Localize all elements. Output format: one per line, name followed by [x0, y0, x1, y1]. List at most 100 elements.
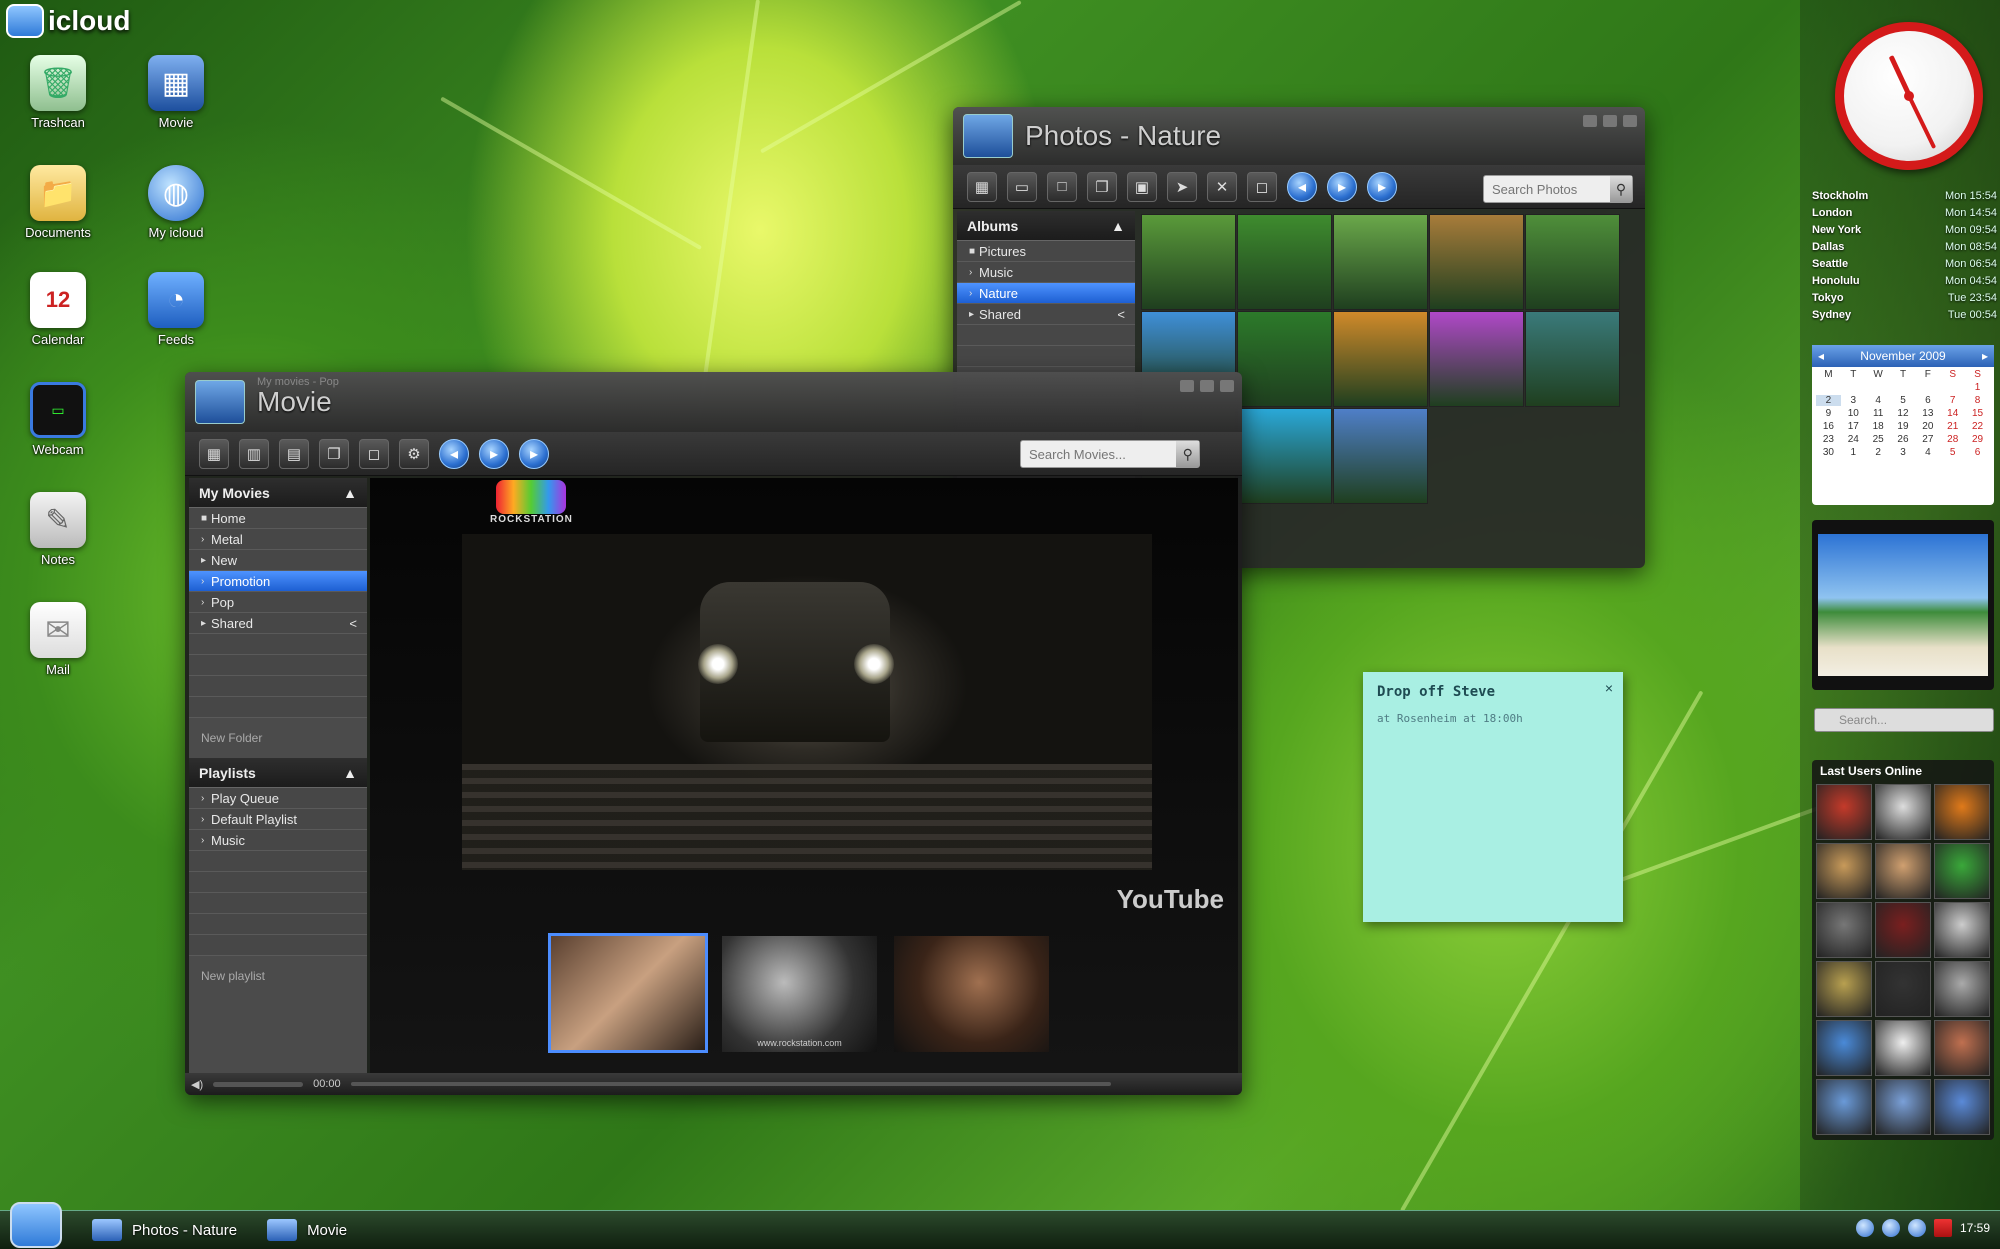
play-icon[interactable]: ▸ [1327, 171, 1357, 202]
prev-icon[interactable]: ◂ [1287, 171, 1317, 202]
crop-icon[interactable]: ◻ [359, 438, 389, 469]
user-avatar[interactable] [1816, 843, 1872, 899]
calendar-day[interactable]: 21 [1940, 421, 1965, 432]
calendar-day[interactable]: 18 [1866, 421, 1891, 432]
minimize-button[interactable] [1180, 380, 1194, 392]
user-avatar[interactable] [1875, 843, 1931, 899]
user-avatar[interactable] [1934, 784, 1990, 840]
calendar-day[interactable]: 16 [1816, 421, 1841, 432]
photo-thumbnail[interactable] [1525, 311, 1620, 407]
list-view-icon[interactable]: ▥ [239, 438, 269, 469]
copy-icon[interactable]: ❐ [319, 438, 349, 469]
play-icon[interactable]: ▸ [479, 438, 509, 469]
user-avatar[interactable] [1875, 961, 1931, 1017]
photo-thumbnail[interactable] [1141, 214, 1236, 310]
search-icon[interactable]: ⚲ [1176, 441, 1199, 467]
search-input[interactable] [1484, 181, 1611, 197]
calendar-day[interactable]: 22 [1965, 421, 1990, 432]
gadget-search[interactable]: Search... [1814, 708, 1994, 732]
calendar-day[interactable]: 8 [1965, 395, 1990, 406]
calendar-day[interactable]: 4 [1866, 395, 1891, 406]
collapse-icon[interactable]: ▲ [343, 765, 357, 781]
user-avatar[interactable] [1816, 1020, 1872, 1076]
desktop-icon-trashcan[interactable]: 🗑 Trashcan [8, 55, 108, 130]
photo-slideshow-gadget[interactable] [1812, 520, 1994, 690]
calendar-day[interactable]: 13 [1915, 408, 1940, 419]
movie-folder-pop[interactable]: › Pop [189, 592, 367, 613]
send-icon[interactable]: ➤ [1167, 171, 1197, 202]
user-avatar[interactable] [1875, 1020, 1931, 1076]
prev-icon[interactable]: ◂ [439, 438, 469, 469]
user-avatar[interactable] [1934, 961, 1990, 1017]
icloud-logo[interactable]: icloud [6, 4, 130, 38]
calendar-day[interactable]: 9 [1816, 408, 1841, 419]
calendar-day[interactable]: 17 [1841, 421, 1866, 432]
calendar-day[interactable]: 29 [1965, 434, 1990, 445]
image-icon[interactable]: ▣ [1127, 171, 1157, 202]
network-icon[interactable] [1855, 1219, 1874, 1237]
prev-month-icon[interactable]: ◂ [1818, 349, 1824, 363]
calendar-day[interactable]: 10 [1841, 408, 1866, 419]
movie-folder-home[interactable]: ■ Home [189, 508, 367, 529]
playlist-item[interactable]: › Music [189, 830, 367, 851]
close-button[interactable] [1220, 380, 1234, 392]
user-avatar[interactable] [1934, 1020, 1990, 1076]
user-avatar[interactable] [1816, 961, 1872, 1017]
desktop-icon-feeds[interactable]: ◔ Feeds [126, 272, 226, 347]
user-avatar[interactable] [1875, 784, 1931, 840]
calendar-day[interactable]: 2 [1866, 447, 1891, 458]
next-icon[interactable]: ▸ [519, 438, 549, 469]
calendar-day[interactable]: 11 [1866, 408, 1891, 419]
album-shared[interactable]: ▸ Shared < [957, 304, 1135, 325]
photo-thumbnail[interactable] [1237, 214, 1332, 310]
my-movies-header[interactable]: My Movies ▲ [189, 478, 367, 508]
user-avatar[interactable] [1875, 1079, 1931, 1135]
movie-folder-metal[interactable]: › Metal [189, 529, 367, 550]
album-nature[interactable]: › Nature [957, 283, 1135, 304]
playlist-item[interactable]: › Default Playlist [189, 809, 367, 830]
video-thumbnail[interactable]: www.rockstation.com [722, 936, 877, 1052]
photos-titlebar[interactable]: Photos - Nature [953, 107, 1645, 165]
calendar-day[interactable]: 19 [1891, 421, 1916, 432]
calendar-day[interactable]: 25 [1866, 434, 1891, 445]
calendar-day[interactable]: 14 [1940, 408, 1965, 419]
calendar-day[interactable]: 28 [1940, 434, 1965, 445]
calendar-day[interactable]: 5 [1891, 395, 1916, 406]
photo-thumbnail[interactable] [1237, 311, 1332, 407]
new-playlist-link[interactable]: New playlist [189, 962, 367, 990]
photo-thumbnail[interactable] [1333, 214, 1428, 310]
volume-icon[interactable]: ◀) [191, 1078, 203, 1091]
movie-titlebar[interactable]: Movie My movies - Pop [185, 372, 1242, 432]
video-thumbnail[interactable] [548, 933, 708, 1053]
photo-thumbnail[interactable] [1429, 311, 1524, 407]
calendar-gadget[interactable]: ◂ November 2009 ▸ M T W T F S S 1 2 3 4 5 6 7 8 9 10 11 12… [1812, 345, 1994, 505]
user-avatar[interactable] [1816, 1079, 1872, 1135]
video-player[interactable]: ROCKSTATION YouTube www.rockstation.com [370, 478, 1238, 1073]
next-icon[interactable]: ▸ [1367, 171, 1397, 202]
playlist-item[interactable]: › Play Queue [189, 788, 367, 809]
info-icon[interactable] [1907, 1219, 1926, 1237]
calendar-day[interactable]: 6 [1915, 395, 1940, 406]
settings-icon[interactable] [1881, 1219, 1900, 1237]
close-button[interactable] [1623, 115, 1637, 127]
desktop-icon-mail[interactable]: ✉ Mail [8, 602, 108, 677]
new-folder-link[interactable]: New Folder [189, 718, 367, 758]
movie-folder-new[interactable]: ▸ New [189, 550, 367, 571]
calendar-day[interactable]: 1 [1965, 382, 1990, 393]
user-avatar[interactable] [1875, 902, 1931, 958]
next-month-icon[interactable]: ▸ [1982, 349, 1988, 363]
search-input[interactable] [1021, 446, 1177, 462]
user-avatar[interactable] [1816, 784, 1872, 840]
desktop-icon-my-icloud[interactable]: ◍ My icloud [126, 165, 226, 240]
calendar-day[interactable]: 20 [1915, 421, 1940, 432]
maximize-button[interactable] [1200, 380, 1214, 392]
seek-bar[interactable] [350, 1082, 1111, 1086]
desktop-icon-movie[interactable]: ▦ Movie [126, 55, 226, 130]
movie-search[interactable]: ⚲ [1020, 440, 1200, 468]
delete-icon[interactable]: ✕ [1207, 171, 1237, 202]
calendar-day[interactable]: 24 [1841, 434, 1866, 445]
start-button[interactable] [10, 1202, 62, 1248]
minimize-button[interactable] [1583, 115, 1597, 127]
user-avatar[interactable] [1934, 1079, 1990, 1135]
calendar-day[interactable]: 6 [1965, 447, 1990, 458]
